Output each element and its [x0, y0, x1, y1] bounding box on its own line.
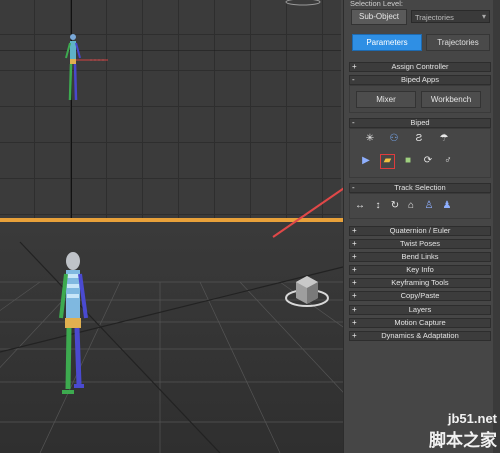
motion-flow-icon[interactable]: Ƨ — [413, 133, 425, 145]
workbench-button[interactable]: Workbench — [421, 91, 481, 108]
collapse-icon: - — [352, 183, 355, 192]
rollout-label: Assign Controller — [391, 62, 449, 71]
rollout-twist-poses[interactable]: + Twist Poses — [349, 239, 491, 249]
rollout-track-selection[interactable]: - Track Selection — [349, 183, 491, 193]
expand-icon: + — [352, 331, 357, 340]
expand-icon: + — [352, 305, 357, 314]
expand-icon: + — [352, 239, 357, 248]
rollout-key-info[interactable]: + Key Info — [349, 265, 491, 275]
watermark-site: jb51.net — [447, 411, 497, 426]
body-rotation-icon[interactable]: ↻ — [389, 200, 401, 212]
selection-level-dropdown[interactable]: Trajectories ▾ — [411, 10, 490, 23]
selection-level-label: Selection Level: — [350, 0, 403, 8]
tab-trajectories[interactable]: Trajectories — [426, 34, 490, 51]
move-all-mode-icon[interactable]: ♂ — [442, 155, 454, 167]
rollout-biped-apps[interactable]: - Biped Apps — [349, 75, 491, 85]
rollout-dynamics-adaptation[interactable]: + Dynamics & Adaptation — [349, 331, 491, 341]
rollout-label: Biped — [410, 118, 430, 127]
rollout-label: Twist Poses — [399, 239, 440, 248]
load-file-icon[interactable]: ▰ — [380, 154, 395, 169]
rollout-label: Layers — [408, 305, 432, 314]
viewcube-top[interactable] — [283, 0, 323, 8]
expand-icon: + — [352, 278, 357, 287]
body-vertical-icon[interactable]: ↕ — [372, 200, 384, 212]
sub-object-button[interactable]: Sub-Object — [351, 9, 407, 25]
figure-mode-icon[interactable]: ✳ — [364, 133, 376, 145]
motion-command-panel: Selection Level: Sub-Object Trajectories… — [343, 0, 500, 453]
rollout-label: Motion Capture — [394, 318, 446, 327]
convert-icon[interactable]: ⟳ — [422, 155, 434, 167]
expand-icon: + — [352, 62, 357, 71]
panel-scrollbar[interactable] — [493, 0, 500, 453]
expand-icon: + — [352, 226, 357, 235]
tab-parameters[interactable]: Parameters — [352, 34, 422, 51]
body-horizontal-icon[interactable]: ↔ — [354, 200, 366, 212]
perspective-viewport[interactable] — [0, 222, 343, 453]
expand-icon: + — [352, 291, 357, 300]
rollout-quaternion-euler[interactable]: + Quaternion / Euler — [349, 226, 491, 236]
biped-apps-group: Mixer Workbench — [349, 85, 491, 113]
biped-group: ✳ ⚇ Ƨ ☂ ▶ ▰ ■ ⟳ ♂ — [349, 128, 491, 178]
rollout-biped[interactable]: - Biped — [349, 118, 491, 128]
footstep-mode-icon[interactable]: ⚇ — [388, 133, 400, 145]
chevron-down-icon: ▾ — [481, 12, 486, 21]
rollout-keyframing-tools[interactable]: + Keyframing Tools — [349, 278, 491, 288]
viewcube[interactable] — [282, 272, 332, 316]
mixer-mode-icon[interactable]: ☂ — [438, 133, 450, 145]
rollout-motion-capture[interactable]: + Motion Capture — [349, 318, 491, 328]
rollout-assign-controller[interactable]: + Assign Controller — [349, 62, 491, 72]
opposite-icon[interactable]: ♟ — [441, 200, 453, 212]
viewport-axis-horizontal — [0, 50, 341, 51]
selection-level-value: Trajectories — [415, 13, 454, 22]
expand-icon: + — [352, 318, 357, 327]
collapse-icon: - — [352, 118, 355, 127]
watermark: jb51.net 脚本之家 — [429, 411, 497, 451]
rollout-bend-links[interactable]: + Bend Links — [349, 252, 491, 262]
biped-figure-top[interactable] — [60, 32, 130, 107]
biped-playback-icon[interactable]: ▶ — [360, 155, 372, 167]
expand-icon: + — [352, 265, 357, 274]
rollout-copy-paste[interactable]: + Copy/Paste — [349, 291, 491, 301]
rollout-label: Copy/Paste — [400, 291, 440, 300]
lock-cog-icon[interactable]: ⌂ — [405, 200, 417, 212]
expand-icon: + — [352, 252, 357, 261]
rollout-layers[interactable]: + Layers — [349, 305, 491, 315]
track-selection-group: ↔ ↕ ↻ ⌂ ♙ ♟ — [349, 193, 491, 219]
rollout-label: Biped Apps — [401, 75, 439, 84]
rollout-label: Quaternion / Euler — [389, 226, 451, 235]
rollout-label: Dynamics & Adaptation — [381, 331, 459, 340]
rollout-label: Keyframing Tools — [391, 278, 449, 287]
symmetrical-icon[interactable]: ♙ — [423, 200, 435, 212]
biped-figure-perspective[interactable] — [40, 234, 100, 404]
mixer-button[interactable]: Mixer — [356, 91, 416, 108]
rollout-label: Key Info — [406, 265, 434, 274]
watermark-name: 脚本之家 — [429, 431, 497, 450]
rollout-label: Track Selection — [394, 183, 446, 192]
rollout-label: Bend Links — [401, 252, 439, 261]
collapse-icon: - — [352, 75, 355, 84]
save-file-icon[interactable]: ■ — [402, 155, 414, 167]
top-viewport[interactable] — [0, 0, 341, 221]
